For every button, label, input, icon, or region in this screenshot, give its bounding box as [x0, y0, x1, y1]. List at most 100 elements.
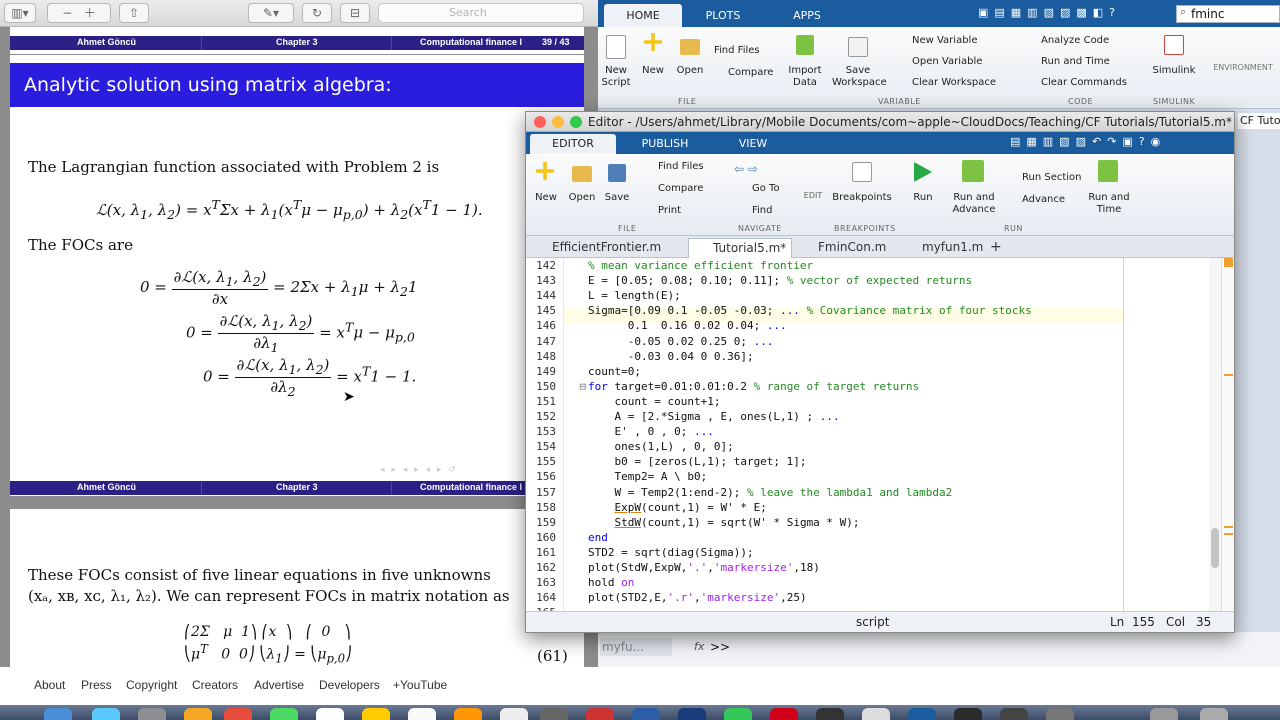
app-icon-3[interactable]: [678, 708, 706, 720]
doc-tab-tutorial5[interactable]: Tutorial5.m*: [688, 238, 792, 258]
open-variable-button[interactable]: Open Variable: [912, 56, 982, 68]
editor-compare-button[interactable]: Compare: [658, 183, 703, 195]
app-icon-9[interactable]: [954, 708, 982, 720]
code-line[interactable]: % mean variance efficient frontier: [588, 259, 813, 272]
run-and-advance-button[interactable]: Run and Advance: [948, 192, 1000, 216]
editor-find-files-button[interactable]: Find Files: [658, 161, 704, 173]
doc-tab-myfun1[interactable]: myfun1.m: [898, 238, 984, 258]
zoom-buttons[interactable]: − ＋: [47, 3, 111, 23]
warning-marker[interactable]: [1224, 374, 1233, 376]
editor-open-button[interactable]: Open: [564, 192, 600, 204]
code-line[interactable]: ones(1,L) , 0, 0];: [588, 440, 733, 453]
close-window-icon[interactable]: [534, 116, 546, 128]
compare-button[interactable]: Compare: [728, 67, 773, 79]
command-window[interactable]: myfu... fx >>: [598, 632, 1280, 667]
run-section-button[interactable]: Run Section: [1022, 172, 1082, 184]
go-to-button[interactable]: Go To: [752, 183, 780, 195]
advance-button[interactable]: Advance: [1022, 194, 1065, 206]
edit-section[interactable]: EDIT: [802, 190, 824, 202]
code-line[interactable]: E' , 0 , 0; ...: [588, 425, 713, 438]
app-icon-5[interactable]: [770, 708, 798, 720]
mail-icon[interactable]: [184, 708, 212, 720]
warning-marker[interactable]: [1224, 526, 1233, 528]
find-button[interactable]: Find: [752, 205, 773, 217]
zoom-window-icon[interactable]: [570, 116, 582, 128]
pdf-search-input[interactable]: Search: [378, 3, 584, 23]
app-icon-8[interactable]: [908, 708, 936, 720]
footer-link-developers[interactable]: Developers: [319, 678, 380, 692]
run-button[interactable]: Run: [906, 192, 940, 204]
fold-toggle-icon[interactable]: ⊟: [576, 380, 586, 393]
share-button[interactable]: ⇧: [119, 3, 149, 23]
footer-link-copyright[interactable]: Copyright: [126, 678, 177, 692]
editor-quick-access-toolbar[interactable]: ▤▦▥▧▨↶↷▣?◉: [1010, 135, 1230, 151]
footer-link-youtube-plus[interactable]: +YouTube: [393, 678, 447, 692]
code-line[interactable]: W = Temp2(1:end-2); % leave the lambda1 …: [588, 486, 952, 499]
code-line[interactable]: A = [2.*Sigma , E, ones(L,1) ; ...: [588, 410, 839, 423]
save-workspace-button[interactable]: Save Workspace: [832, 65, 887, 89]
footer-link-advertise[interactable]: Advertise: [254, 678, 304, 692]
app-icon-1[interactable]: [586, 708, 614, 720]
tab-publish[interactable]: PUBLISH: [622, 134, 708, 154]
editor-save-button[interactable]: Save: [600, 192, 634, 204]
current-folder-tab[interactable]: CF Tutorials: [1238, 113, 1280, 129]
finder-icon[interactable]: [44, 708, 72, 720]
code-line[interactable]: E = [0.05; 0.08; 0.10; 0.11]; % vector o…: [588, 274, 972, 287]
editor-print-button[interactable]: Print: [658, 205, 681, 217]
messages-icon[interactable]: [270, 708, 298, 720]
texshop-icon[interactable]: [540, 708, 568, 720]
footer-link-about[interactable]: About: [34, 678, 65, 692]
function-browser-icon[interactable]: fx: [694, 640, 704, 653]
quick-access-toolbar[interactable]: ▣▤▦▥▧▨▩◧?: [978, 6, 1174, 21]
code-line[interactable]: StdW(count,1) = sqrt(W' * Sigma * W);: [588, 516, 860, 529]
code-line[interactable]: Temp2= A \ b0;: [588, 470, 707, 483]
code-line[interactable]: STD2 = sqrt(diag(Sigma));: [588, 546, 754, 559]
tab-plots[interactable]: PLOTS: [684, 4, 762, 27]
app-icon-6[interactable]: [816, 708, 844, 720]
sidebar-toggle-button[interactable]: ▥▾: [4, 3, 36, 23]
add-tab-button[interactable]: +: [986, 238, 1010, 258]
itunes-icon[interactable]: [500, 708, 528, 720]
downloads-icon[interactable]: [1150, 708, 1178, 720]
new-button[interactable]: New: [636, 65, 670, 77]
import-data-button[interactable]: Import Data: [784, 65, 826, 89]
run-and-time-button[interactable]: Run and Time: [1041, 56, 1110, 68]
message-bar[interactable]: [1221, 258, 1234, 611]
photos-icon[interactable]: [316, 708, 344, 720]
minimize-window-icon[interactable]: [552, 116, 564, 128]
code-line[interactable]: for target=0.01:0.01:0.2 % range of targ…: [588, 380, 919, 393]
app-icon-4[interactable]: [724, 708, 752, 720]
warning-marker[interactable]: [1224, 533, 1233, 535]
environment-section[interactable]: ENVIRONMENT: [1208, 62, 1278, 74]
documentation-search-input[interactable]: fminc: [1176, 5, 1280, 23]
code-editor[interactable]: 142 % mean variance efficient frontier 143…: [526, 258, 1234, 611]
workspace-item[interactable]: myfu...: [600, 638, 672, 656]
tab-apps[interactable]: APPS: [768, 4, 846, 27]
new-script-button[interactable]: New Script: [598, 65, 634, 89]
app-icon-7[interactable]: [862, 708, 890, 720]
scrollbar-thumb[interactable]: [1211, 528, 1219, 568]
code-line[interactable]: hold on: [588, 576, 634, 589]
code-line[interactable]: Sigma=[0.09 0.1 -0.05 -0.03; ... % Covar…: [588, 304, 1032, 317]
code-line[interactable]: -0.05 0.02 0.25 0; ...: [588, 335, 774, 348]
code-line[interactable]: count = count+1;: [588, 395, 720, 408]
code-line[interactable]: b0 = [zeros(L,1); target; 1];: [588, 455, 806, 468]
breakpoints-button[interactable]: Breakpoints: [830, 192, 894, 204]
editor-run-and-time-button[interactable]: Run and Time: [1082, 192, 1136, 216]
simulink-button[interactable]: Simulink: [1150, 65, 1198, 77]
safari-icon[interactable]: [138, 708, 166, 720]
new-variable-button[interactable]: New Variable: [912, 35, 977, 47]
code-line[interactable]: end: [588, 531, 608, 544]
editor-new-button[interactable]: New: [530, 192, 562, 204]
code-line[interactable]: L = length(E);: [588, 289, 681, 302]
editor-title-bar[interactable]: Editor - /Users/ahmet/Library/Mobile Doc…: [526, 112, 1234, 132]
tab-view[interactable]: VIEW: [710, 134, 796, 154]
calendar-icon[interactable]: [224, 708, 252, 720]
clear-commands-button[interactable]: Clear Commands: [1041, 77, 1127, 89]
app-icon-11[interactable]: [1046, 708, 1074, 720]
ibooks-icon[interactable]: [454, 708, 482, 720]
clear-workspace-button[interactable]: Clear Workspace: [912, 77, 996, 89]
markup-button[interactable]: ✎▾: [248, 3, 294, 23]
launchpad-icon[interactable]: [92, 708, 120, 720]
code-line[interactable]: plot(STD2,E,'.r','markersize',25): [588, 591, 807, 604]
